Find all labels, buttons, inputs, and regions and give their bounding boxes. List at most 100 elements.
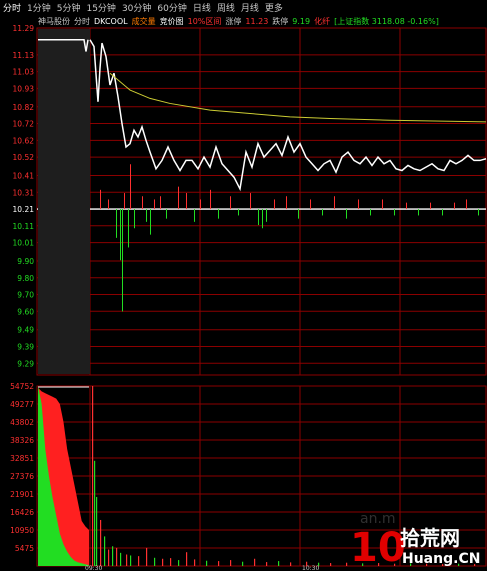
volume-bar [170,558,172,566]
indicator-bar [160,196,161,210]
volume-bar [130,555,132,566]
price-tick-label: 10.93 [13,84,35,93]
price-panel-frame [36,27,487,376]
price-tick-label: 9.39 [17,343,34,352]
volume-bar [126,554,128,566]
volume-bar [146,547,148,566]
price-tick-label: 10.01 [13,239,35,248]
price-tick-label: 9.29 [17,359,34,368]
indicator-bar [200,199,201,210]
indicator-bar [298,209,299,219]
indicator-bar [466,199,467,210]
volume-bar [186,552,188,566]
volume-bar [330,563,332,566]
volume-tick-label: 16426 [10,508,34,517]
indicator-bar [322,209,323,216]
volume-tick-label: 27376 [10,472,34,481]
volume-bar [96,496,98,566]
price-tick-label: 11.29 [13,24,35,33]
volume-bar [278,561,280,566]
indicator-bar [130,164,131,210]
volume-bar [206,560,208,566]
indicator-bar [262,209,263,229]
indicator-bar [238,209,239,216]
indicator-bar [370,209,371,216]
price-tick-label: 10.82 [13,103,35,112]
price-line [89,39,487,192]
indicator-bar [108,199,109,210]
indicator-bar [478,209,479,216]
volume-bar [242,561,244,566]
indicator-bar [146,209,147,222]
volume-tick-label: 49277 [10,400,34,409]
volume-bar [100,519,102,566]
volume-bar [92,386,94,566]
indicator-bar [178,186,179,210]
indicator-bar [334,196,335,210]
price-tick-label: 10.11 [13,222,35,231]
price-axis-labels: 11.29 11.13 11.03 10.93 10.82 10.72 10.62 10.52… [13,24,35,368]
indicator-bar [124,193,125,210]
indicator-bar [120,209,121,261]
indicator-bar [230,196,231,210]
volume-tick-label: 43802 [10,418,34,427]
indicator-bar [266,209,267,222]
volume-bar [230,560,232,566]
indicator-bar [310,199,311,210]
watermark-cn: 拾荒网 [400,526,460,550]
price-tick-label: 10.62 [13,136,35,145]
price-tick-label: 10.52 [13,153,35,162]
indicator-bar [186,193,187,210]
indicator-bar [418,209,419,216]
auction-panel [38,29,90,566]
price-tick-label: 11.03 [13,68,35,77]
volume-tick-label: 32851 [10,454,34,463]
volume-tick-label: 10950 [10,526,34,535]
volume-bar [108,549,110,566]
auction-price-bg [38,29,90,374]
site-watermark: ah.m 10 拾荒网 Huang.CN [350,515,480,567]
volume-bar [162,558,164,566]
volume-bar [154,557,156,566]
indicator-bar [116,209,117,238]
volume-tick-label: 5475 [15,544,34,553]
indicator-bar [210,189,211,210]
indicator-bar [430,202,431,210]
volume-bar [112,546,114,566]
indicator-bar [250,193,251,210]
indicator-bar [154,199,155,210]
volume-bar [266,562,268,566]
watermark-number: 10 [350,525,406,567]
indicator-bars [100,164,479,312]
price-tick-label: 10.41 [13,172,35,181]
intraday-chart[interactable]: 11.29 11.13 11.03 10.93 10.82 10.72 10.62 10.52… [0,0,487,571]
time-tick-label: 09:30 [85,565,102,571]
volume-tick-label: 54752 [10,382,34,391]
indicator-bar [394,209,395,216]
price-tick-label: 10.72 [13,120,35,129]
indicator-bar [442,209,443,216]
volume-bar [120,552,122,566]
indicator-bar [150,209,151,235]
grid-lines [36,27,487,567]
volume-bar [104,536,106,566]
indicator-bar [166,209,167,219]
volume-bar [194,559,196,566]
indicator-bar [218,209,219,219]
indicator-bar [194,209,195,222]
volume-bar [94,460,96,566]
price-tick-label: 9.70 [17,291,34,300]
indicator-bar [346,209,347,219]
indicator-bar [454,202,455,210]
price-tick-label: 10.21 [13,205,35,214]
indicator-bar [274,199,275,210]
time-tick-label: 10:30 [302,565,319,571]
volume-tick-label: 38326 [10,436,34,445]
indicator-bar [134,209,135,229]
indicator-bar [100,189,101,210]
volume-bar [254,558,256,566]
indicator-bar [122,209,123,312]
indicator-bar [358,199,359,210]
price-tick-label: 10.31 [13,188,35,197]
volume-tick-label: 21901 [10,490,34,499]
